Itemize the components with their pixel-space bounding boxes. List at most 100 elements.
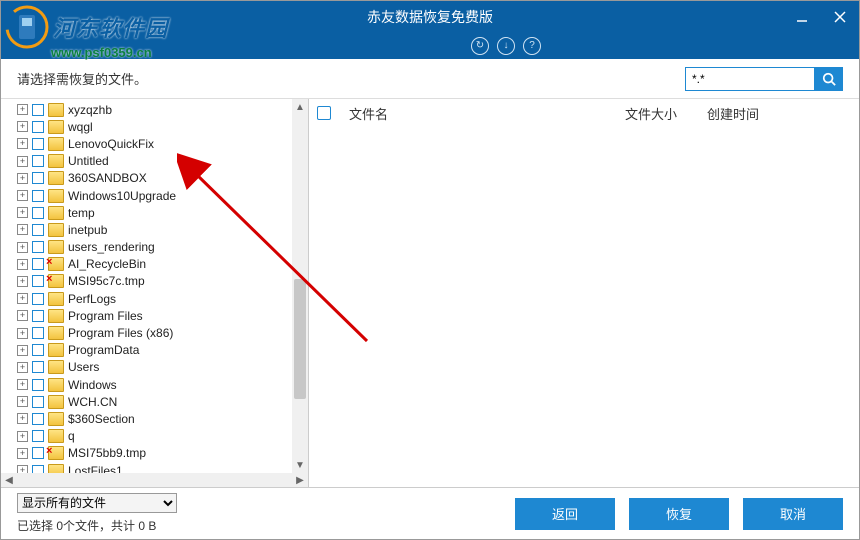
tree-checkbox[interactable]: [32, 447, 44, 459]
tree-item-label: 360SANDBOX: [68, 171, 147, 185]
expand-icon[interactable]: +: [17, 448, 28, 459]
tree-checkbox[interactable]: [32, 361, 44, 373]
search-button[interactable]: [815, 67, 843, 91]
folder-icon: [48, 446, 64, 460]
tree-checkbox[interactable]: [32, 430, 44, 442]
expand-icon[interactable]: +: [17, 345, 28, 356]
back-button[interactable]: 返回: [515, 498, 615, 530]
tree-row[interactable]: +PerfLogs: [17, 290, 308, 307]
expand-icon[interactable]: +: [17, 431, 28, 442]
tree-row[interactable]: +LostFiles1: [17, 462, 308, 473]
search-icon: [822, 72, 836, 86]
folder-icon: [48, 378, 64, 392]
tree-checkbox[interactable]: [32, 379, 44, 391]
scroll-right-arrow-icon[interactable]: ▶: [292, 473, 308, 487]
column-filename[interactable]: 文件名: [343, 104, 613, 123]
tree-checkbox[interactable]: [32, 172, 44, 184]
expand-icon[interactable]: +: [17, 396, 28, 407]
tree-checkbox[interactable]: [32, 396, 44, 408]
tree-row[interactable]: +inetpub: [17, 221, 308, 238]
tree-row[interactable]: + MSI75bb9.tmp: [17, 445, 308, 462]
tree-checkbox[interactable]: [32, 258, 44, 270]
tree-checkbox[interactable]: [32, 207, 44, 219]
down-circle-icon[interactable]: ↓: [497, 37, 515, 55]
folder-tree[interactable]: +xyzqzhb+wqgl+LenovoQuickFix+Untitled+36…: [1, 99, 308, 473]
expand-icon[interactable]: +: [17, 138, 28, 149]
help-circle-icon[interactable]: ?: [523, 37, 541, 55]
expand-icon[interactable]: +: [17, 379, 28, 390]
expand-icon[interactable]: +: [17, 465, 28, 473]
expand-icon[interactable]: +: [17, 362, 28, 373]
tree-item-label: MSI75bb9.tmp: [68, 446, 146, 460]
folder-icon: [48, 206, 64, 220]
scroll-thumb[interactable]: [294, 279, 306, 399]
tree-row[interactable]: +Program Files: [17, 307, 308, 324]
tree-checkbox[interactable]: [32, 104, 44, 116]
tree-row[interactable]: +Untitled: [17, 153, 308, 170]
file-filter-select[interactable]: 显示所有的文件: [17, 493, 177, 513]
expand-icon[interactable]: +: [17, 173, 28, 184]
recover-button[interactable]: 恢复: [629, 498, 729, 530]
tree-checkbox[interactable]: [32, 293, 44, 305]
expand-icon[interactable]: +: [17, 207, 28, 218]
search-input[interactable]: [685, 67, 815, 91]
minimize-button[interactable]: [783, 1, 821, 33]
refresh-circle-icon[interactable]: ↻: [471, 37, 489, 55]
tree-row[interactable]: +$360Section: [17, 410, 308, 427]
expand-icon[interactable]: +: [17, 242, 28, 253]
column-createtime[interactable]: 创建时间: [707, 104, 797, 123]
expand-icon[interactable]: +: [17, 259, 28, 270]
scroll-left-arrow-icon[interactable]: ◀: [1, 473, 17, 487]
tree-item-label: xyzqzhb: [68, 103, 112, 117]
select-all-checkbox[interactable]: [317, 106, 331, 120]
expand-icon[interactable]: +: [17, 293, 28, 304]
tree-row[interactable]: +MSI95c7c.tmp: [17, 273, 308, 290]
tree-item-label: wqgl: [68, 120, 93, 134]
tree-checkbox[interactable]: [32, 275, 44, 287]
scroll-up-arrow-icon[interactable]: ▲: [292, 99, 308, 115]
tree-row[interactable]: +q: [17, 428, 308, 445]
tree-checkbox[interactable]: [32, 465, 44, 473]
scroll-down-arrow-icon[interactable]: ▼: [292, 457, 308, 473]
tree-row[interactable]: +Program Files (x86): [17, 324, 308, 341]
expand-icon[interactable]: +: [17, 310, 28, 321]
expand-icon[interactable]: +: [17, 224, 28, 235]
tree-checkbox[interactable]: [32, 327, 44, 339]
expand-icon[interactable]: +: [17, 328, 28, 339]
cancel-button[interactable]: 取消: [743, 498, 843, 530]
expand-icon[interactable]: +: [17, 413, 28, 424]
tree-vscrollbar[interactable]: ▲ ▼: [292, 99, 308, 473]
tree-row[interactable]: +users_rendering: [17, 239, 308, 256]
tree-row[interactable]: + Users: [17, 359, 308, 376]
tree-row[interactable]: + wqgl: [17, 118, 308, 135]
tree-checkbox[interactable]: [32, 138, 44, 150]
tree-row[interactable]: +AI_RecycleBin: [17, 256, 308, 273]
tree-item-label: Users: [68, 360, 99, 374]
tree-checkbox[interactable]: [32, 413, 44, 425]
expand-icon[interactable]: +: [17, 121, 28, 132]
tree-row[interactable]: +WCH.CN: [17, 393, 308, 410]
column-filesize[interactable]: 文件大小: [625, 104, 695, 123]
tree-checkbox[interactable]: [32, 224, 44, 236]
tree-checkbox[interactable]: [32, 155, 44, 167]
tree-item-label: temp: [68, 206, 95, 220]
tree-checkbox[interactable]: [32, 121, 44, 133]
tree-row[interactable]: +Windows: [17, 376, 308, 393]
expand-icon[interactable]: +: [17, 156, 28, 167]
tree-row[interactable]: +360SANDBOX: [17, 170, 308, 187]
tree-row[interactable]: +Windows10Upgrade: [17, 187, 308, 204]
tree-row[interactable]: +ProgramData: [17, 342, 308, 359]
tree-row[interactable]: +LenovoQuickFix: [17, 135, 308, 152]
tree-checkbox[interactable]: [32, 310, 44, 322]
expand-icon[interactable]: +: [17, 190, 28, 201]
toolbar: ↻ ↓ ?: [1, 33, 859, 59]
tree-row[interactable]: + temp: [17, 204, 308, 221]
tree-checkbox[interactable]: [32, 241, 44, 253]
tree-checkbox[interactable]: [32, 344, 44, 356]
tree-row[interactable]: + xyzqzhb: [17, 101, 308, 118]
tree-hscrollbar[interactable]: ◀ ▶: [1, 473, 308, 487]
close-button[interactable]: [821, 1, 859, 33]
expand-icon[interactable]: +: [17, 104, 28, 115]
tree-checkbox[interactable]: [32, 190, 44, 202]
expand-icon[interactable]: +: [17, 276, 28, 287]
